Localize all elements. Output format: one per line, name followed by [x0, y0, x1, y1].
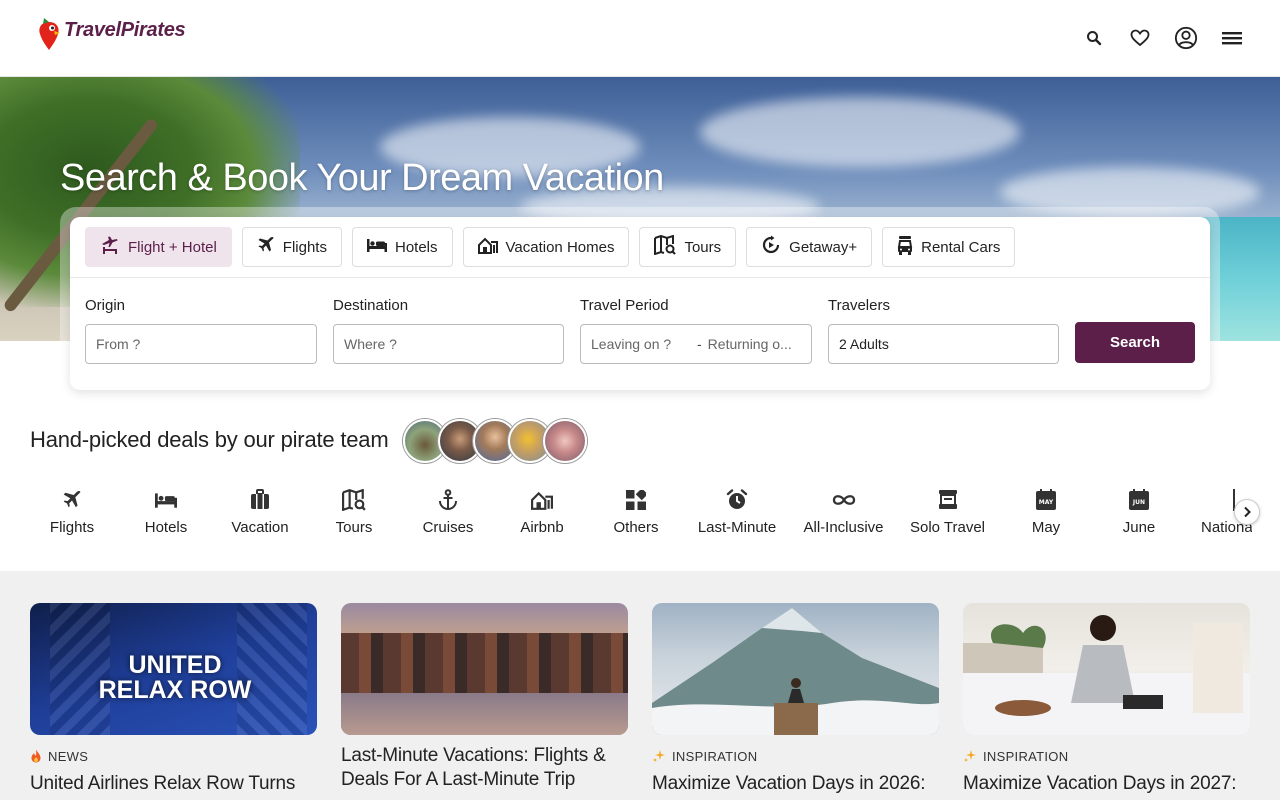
vacation-home-icon — [477, 236, 498, 258]
category-bar: Flights Hotels Vacation Tours Cruises Ai… — [30, 487, 1252, 543]
infinity-icon — [796, 487, 891, 513]
svg-text:MAY: MAY — [1039, 499, 1054, 506]
brand-name: TravelPirates — [64, 19, 186, 41]
search-card: Flight + Hotel Flights Hotels Vacation H… — [70, 217, 1210, 390]
destination-field: Destination Where ? — [333, 297, 564, 364]
travel-period-field: Travel Period Leaving on ? - Returning o… — [580, 297, 812, 364]
backpack-icon — [900, 487, 995, 513]
travel-period-input[interactable]: Leaving on ? - Returning o... — [580, 324, 812, 364]
travelpirates-logo[interactable]: TravelPirates — [36, 14, 186, 52]
category-june[interactable]: JUN June — [1094, 487, 1184, 536]
tab-vacation-homes[interactable]: Vacation Homes — [462, 227, 630, 267]
article-card[interactable]: INSPIRATION Maximize Vacation Days in 20… — [963, 603, 1250, 796]
travelers-field: Travelers 2 Adults — [828, 297, 1059, 364]
tab-flights[interactable]: Flights — [241, 227, 342, 267]
getaway-icon — [761, 235, 781, 259]
calendar-may-icon: MAY — [1001, 487, 1091, 513]
category-cruises[interactable]: Cruises — [403, 487, 493, 536]
plane-icon — [30, 487, 117, 513]
article-card[interactable]: Last-Minute Vacations: Flights & Deals F… — [341, 603, 628, 792]
car-icon — [897, 235, 913, 259]
article-image: UNITED RELAX ROW — [30, 603, 317, 735]
article-card[interactable]: INSPIRATION Maximize Vacation Days in 20… — [652, 603, 939, 796]
article-tag: INSPIRATION — [652, 748, 939, 764]
tab-tours[interactable]: Tours — [639, 227, 737, 267]
anchor-icon — [403, 487, 493, 513]
category-others[interactable]: Others — [591, 487, 681, 536]
returning-on-input[interactable]: Returning o... — [708, 336, 792, 352]
leaving-on-input[interactable]: Leaving on ? — [591, 336, 691, 352]
article-title[interactable]: Maximize Vacation Days in 2027: — [963, 772, 1250, 796]
plane-icon — [257, 236, 275, 258]
travel-period-label: Travel Period — [580, 297, 669, 314]
airbnb-icon — [497, 487, 587, 513]
calendar-june-icon: JUN — [1094, 487, 1184, 513]
suitcase-icon — [215, 487, 305, 513]
article-card[interactable]: UNITED RELAX ROW NEWS United Airlines Re… — [30, 603, 317, 796]
article-tag: NEWS — [30, 748, 317, 764]
article-image — [341, 603, 628, 735]
pirate-team-avatars — [403, 419, 587, 463]
grid-icon — [591, 487, 681, 513]
category-last-minute[interactable]: Last-Minute — [692, 487, 782, 536]
article-image — [963, 603, 1250, 735]
origin-input[interactable]: From ? — [85, 324, 317, 364]
tab-rental-cars[interactable]: Rental Cars — [882, 227, 1016, 267]
period-separator: - — [697, 336, 702, 352]
hero-title: Search & Book Your Dream Vacation — [60, 157, 664, 199]
article-title[interactable]: United Airlines Relax Row Turns — [30, 772, 317, 796]
destination-input[interactable]: Where ? — [333, 324, 564, 364]
origin-label: Origin — [85, 297, 126, 314]
sparkle-icon — [653, 750, 665, 762]
tab-divider — [70, 277, 1210, 278]
map-search-icon — [654, 234, 677, 259]
category-airbnb[interactable]: Airbnb — [497, 487, 587, 536]
avatar — [543, 419, 587, 463]
category-tours[interactable]: Tours — [309, 487, 399, 536]
site-header: TravelPirates — [0, 0, 1280, 77]
category-all-inclusive[interactable]: All-Inclusive — [796, 487, 891, 536]
alarm-icon — [692, 487, 782, 513]
article-title[interactable]: Last-Minute Vacations: Flights & Deals F… — [341, 744, 628, 792]
search-icon[interactable] — [1082, 24, 1106, 52]
account-icon[interactable] — [1174, 24, 1198, 52]
destination-label: Destination — [333, 297, 409, 314]
deals-heading: Hand-picked deals by our pirate team — [30, 427, 389, 452]
category-may[interactable]: MAY May — [1001, 487, 1091, 536]
tab-hotels[interactable]: Hotels — [351, 227, 453, 267]
tab-getaway-plus[interactable]: Getaway+ — [746, 227, 873, 267]
chevron-right-icon — [1244, 506, 1251, 518]
category-solo-travel[interactable]: Solo Travel — [900, 487, 995, 536]
map-search-icon — [309, 487, 399, 513]
travelers-select[interactable]: 2 Adults — [828, 324, 1059, 364]
origin-field: Origin From ? — [85, 297, 317, 364]
parrot-logo-icon — [36, 14, 62, 52]
bed-icon — [121, 487, 211, 513]
category-next-button[interactable] — [1234, 499, 1260, 525]
travelers-label: Travelers — [828, 297, 890, 314]
search-tabs: Flight + Hotel Flights Hotels Vacation H… — [85, 227, 1016, 267]
article-image-text: UNITED RELAX ROW — [98, 651, 252, 704]
article-title[interactable]: Maximize Vacation Days in 2026: — [652, 772, 939, 796]
sparkle-icon — [964, 750, 976, 762]
heart-icon[interactable] — [1128, 24, 1152, 52]
article-tag: INSPIRATION — [963, 748, 1250, 764]
menu-icon[interactable] — [1220, 24, 1244, 52]
tab-flight-hotel[interactable]: Flight + Hotel — [85, 227, 232, 267]
svg-text:JUN: JUN — [1132, 499, 1145, 506]
flight-hotel-icon — [100, 235, 120, 259]
search-button[interactable]: Search — [1075, 322, 1195, 363]
category-flights[interactable]: Flights — [30, 487, 117, 536]
bed-icon — [366, 238, 387, 256]
fire-icon — [31, 749, 41, 763]
category-hotels[interactable]: Hotels — [121, 487, 211, 536]
category-vacation[interactable]: Vacation — [215, 487, 305, 536]
article-image — [652, 603, 939, 735]
